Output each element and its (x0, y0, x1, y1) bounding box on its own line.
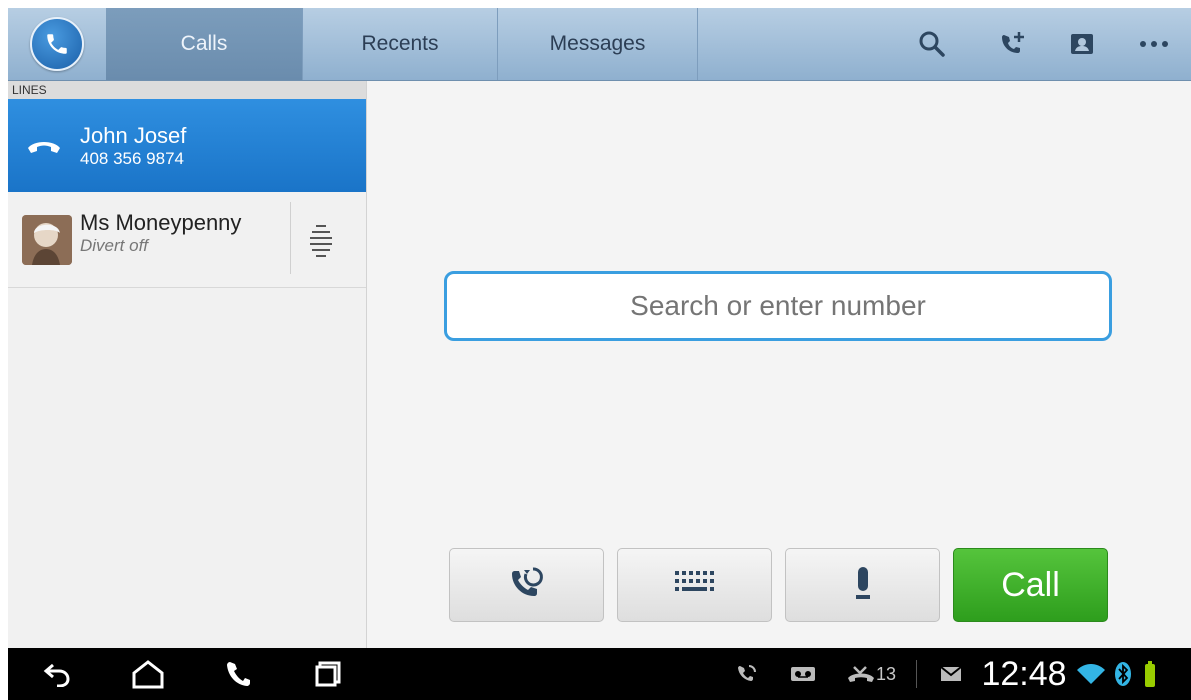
clock: 12:48 (981, 654, 1067, 693)
main-panel: Call (367, 81, 1191, 648)
call-button-label: Call (1001, 565, 1060, 604)
tab-calls[interactable]: Calls (106, 8, 303, 80)
line-number: 408 356 9874 (80, 148, 184, 168)
line-item-ms-moneypenny[interactable]: Ms Moneypenny Divert off (8, 192, 366, 288)
status-divider (916, 660, 917, 688)
tab-messages-label: Messages (549, 32, 646, 55)
line-status: Divert off (80, 235, 149, 255)
redial-icon (507, 563, 547, 608)
home-icon[interactable] (126, 656, 170, 692)
tab-messages[interactable]: Messages (498, 8, 698, 80)
wifi-icon (1074, 656, 1108, 692)
app-window: Calls Recents Messages LINES John Josef … (8, 8, 1191, 700)
add-call-icon[interactable] (990, 22, 1034, 66)
search-input[interactable] (444, 271, 1112, 341)
handset-icon (26, 136, 66, 156)
missed-calls-count: 13 (875, 663, 897, 684)
lines-sidebar: LINES John Josef 408 356 9874 Ms Moneype… (8, 81, 367, 648)
back-icon[interactable] (38, 656, 78, 692)
microphone-button[interactable] (785, 548, 940, 622)
voicemail-icon (786, 656, 820, 692)
system-nav-bar: 13 12:48 (8, 648, 1191, 700)
avatar (22, 214, 72, 265)
missed-calls-indicator: 13 (840, 656, 902, 692)
keypad-icon (673, 568, 717, 603)
battery-icon (1140, 656, 1160, 692)
keypad-button[interactable] (617, 548, 772, 622)
phone-app-icon (30, 17, 84, 71)
tab-calls-label: Calls (180, 32, 228, 55)
line-name: Ms Moneypenny (80, 209, 242, 235)
line-item-john-josef[interactable]: John Josef 408 356 9874 (8, 99, 366, 192)
recent-apps-icon[interactable] (308, 656, 348, 692)
call-button[interactable]: Call (953, 548, 1108, 622)
app-home-button[interactable] (8, 8, 106, 80)
more-icon[interactable] (1132, 22, 1176, 66)
tab-recents[interactable]: Recents (303, 8, 498, 80)
call-forward-icon (730, 656, 764, 692)
tab-recents-label: Recents (361, 32, 439, 55)
search-icon[interactable] (910, 22, 954, 66)
mail-icon (934, 656, 968, 692)
top-bar: Calls Recents Messages (8, 8, 1191, 81)
microphone-icon (853, 563, 873, 608)
lines-header: LINES (8, 81, 366, 99)
phone-nav-icon[interactable] (218, 656, 258, 692)
line-settings-icon[interactable] (308, 222, 334, 263)
redial-button[interactable] (449, 548, 604, 622)
bluetooth-icon (1112, 656, 1134, 692)
contact-card-icon[interactable] (1060, 22, 1104, 66)
line-name: John Josef (80, 122, 187, 148)
divider (290, 202, 291, 274)
